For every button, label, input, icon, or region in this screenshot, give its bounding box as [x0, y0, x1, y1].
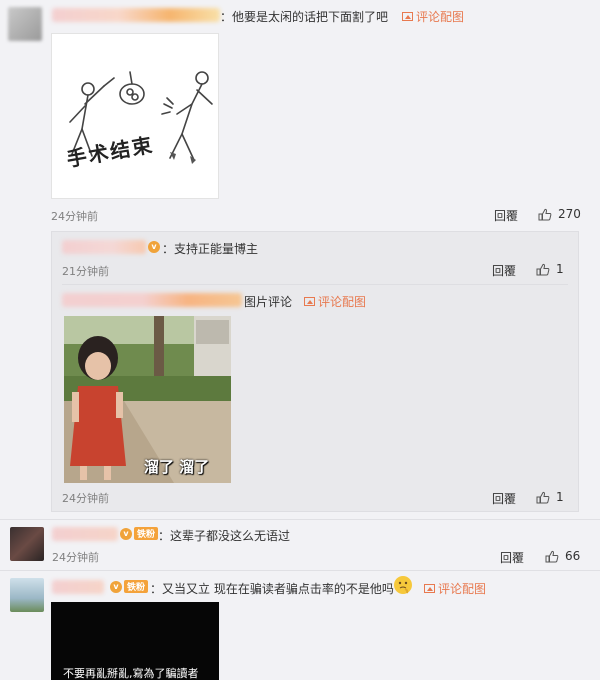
comment-divider: [0, 570, 600, 571]
thumbs-up-icon: [545, 550, 559, 562]
like-count: 66: [565, 549, 581, 563]
thumbs-up-icon: [538, 208, 552, 220]
comment-time: 24分钟前: [51, 210, 98, 223]
comment-time: 24分钟前: [52, 551, 99, 564]
avatar[interactable]: [8, 7, 42, 41]
like-button[interactable]: 1: [536, 490, 564, 504]
image-icon: [304, 297, 315, 306]
reply-button[interactable]: 回覆: [500, 549, 524, 566]
username[interactable]: [62, 293, 242, 307]
comment-image[interactable]: 不要再亂掰亂,寫為了騙讀者: [51, 602, 219, 680]
reply-text: 图片评论: [244, 295, 293, 309]
reply-button[interactable]: 回覆: [494, 207, 518, 224]
thumbs-up-icon: [536, 263, 550, 275]
reply-time: 21分钟前: [62, 265, 109, 278]
avatar[interactable]: [10, 578, 44, 612]
comment-image[interactable]: 手术结束: [51, 33, 219, 199]
username[interactable]: [52, 8, 220, 22]
avatar[interactable]: [10, 527, 44, 561]
comment-text: ：又当又立 现在在骗读者骗点击率的不是他吗: [150, 582, 394, 596]
image-caption: 不要再亂掰亂,寫為了騙讀者: [63, 667, 199, 680]
fan-badge: 铁粉: [134, 527, 159, 540]
like-button[interactable]: 66: [545, 549, 580, 563]
divider: [62, 284, 568, 285]
vip-icon: v: [148, 241, 160, 253]
pic-comment-link[interactable]: 评论配图: [424, 580, 486, 597]
username[interactable]: [62, 240, 146, 254]
thumbs-up-icon: [536, 491, 550, 503]
comment-text: ：这辈子都没这么无语过: [158, 529, 291, 543]
pic-comment-label: 评论配图: [318, 295, 367, 309]
reply-time: 24分钟前: [62, 492, 109, 505]
reply-thread: v ：支持正能量博主 21分钟前 回覆 1 图片评论 评论配图 溜了 溜了 24…: [51, 231, 579, 512]
pic-comment-label: 评论配图: [416, 10, 465, 24]
reply-text: ：支持正能量博主: [162, 242, 259, 256]
username[interactable]: [52, 580, 104, 594]
vip-icon: v: [120, 528, 132, 540]
image-icon: [424, 584, 435, 593]
like-button[interactable]: 270: [538, 207, 581, 221]
image-icon: [402, 12, 413, 21]
vip-icon: v: [110, 581, 122, 593]
pic-comment-label: 评论配图: [438, 582, 487, 596]
like-count: 270: [558, 207, 581, 221]
fan-badge: 铁粉: [124, 580, 149, 593]
comment-text: ：他要是太闲的话把下面割了吧: [220, 10, 389, 24]
image-caption: 溜了 溜了: [144, 458, 210, 476]
pic-comment-link[interactable]: 评论配图: [402, 8, 464, 25]
username[interactable]: [52, 527, 118, 541]
comment-image[interactable]: 溜了 溜了: [64, 316, 231, 483]
reply-button[interactable]: 回覆: [492, 262, 516, 279]
surgery-cartoon-icon: [69, 71, 213, 164]
like-count: 1: [556, 490, 564, 504]
pic-comment-link[interactable]: 评论配图: [304, 293, 366, 310]
reply-button[interactable]: 回覆: [492, 490, 516, 507]
like-count: 1: [556, 262, 564, 276]
thinking-face-icon: [394, 576, 412, 594]
like-button[interactable]: 1: [536, 262, 564, 276]
comment-divider: [0, 519, 600, 520]
